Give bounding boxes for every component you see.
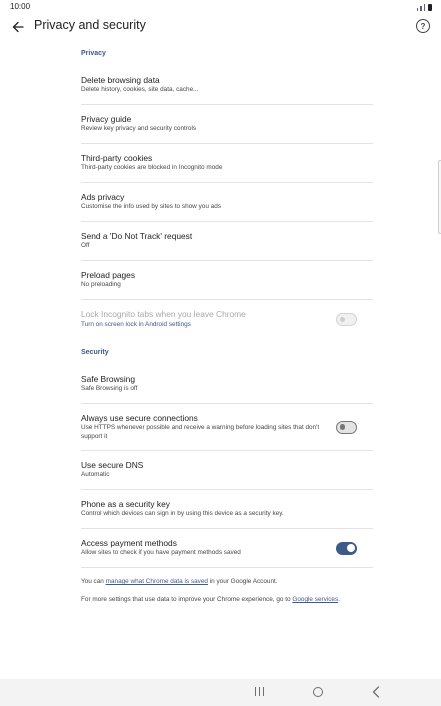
- setting-always-secure-connections[interactable]: Always use secure connections Use HTTPS …: [81, 404, 373, 451]
- toggle-knob: [346, 544, 355, 552]
- setting-title: Third-party cookies: [81, 152, 153, 163]
- setting-subtitle: Allow sites to check if you have payment…: [81, 549, 241, 557]
- secure-connections-toggle[interactable]: [336, 420, 357, 434]
- setting-preload-pages[interactable]: Preload pages No preloading: [81, 261, 373, 300]
- recent-apps-icon[interactable]: [255, 687, 264, 696]
- back-button[interactable]: [10, 19, 26, 35]
- section-header-security: Security: [81, 348, 109, 356]
- settings-list: Privacy Delete browsing data Delete hist…: [81, 40, 373, 605]
- note-text: For more settings that use data to impro…: [81, 596, 293, 604]
- signal-icon: [416, 8, 418, 11]
- setting-title: Always use secure connections: [81, 412, 198, 423]
- setting-third-party-cookies[interactable]: Third-party cookies Third-party cookies …: [81, 144, 373, 183]
- system-nav-bar: [0, 679, 441, 706]
- setting-title: Privacy guide: [81, 113, 132, 124]
- setting-subtitle: Customise the info used by sites to show…: [81, 203, 221, 211]
- setting-title: Phone as a security key: [81, 498, 170, 509]
- setting-subtitle: Delete history, cookies, site data, cach…: [81, 86, 199, 94]
- google-services-note: For more settings that use data to impro…: [81, 595, 373, 604]
- setting-subtitle: Safe Browsing is off: [81, 385, 138, 393]
- setting-ads-privacy[interactable]: Ads privacy Customise the info used by s…: [81, 183, 373, 222]
- setting-phone-security-key[interactable]: Phone as a security key Control which de…: [81, 490, 373, 529]
- app-bar: Privacy and security ?: [0, 14, 441, 40]
- setting-title: Safe Browsing: [81, 373, 135, 384]
- signal-bar: [423, 4, 425, 11]
- note-text: .: [338, 596, 340, 604]
- setting-subtitle: Review key privacy and security controls: [81, 125, 197, 133]
- battery-icon: [428, 4, 432, 11]
- setting-title: Lock Incognito tabs when you leave Chrom…: [81, 309, 246, 320]
- setting-access-payment-methods[interactable]: Access payment methods Allow sites to ch…: [81, 529, 373, 568]
- setting-title: Preload pages: [81, 269, 136, 280]
- setting-subtitle: Use HTTPS whenever possible and receive …: [81, 424, 320, 440]
- setting-title: Ads privacy: [81, 191, 125, 202]
- status-icons: [416, 3, 432, 11]
- status-time: 10:00: [10, 2, 31, 11]
- home-circle-icon[interactable]: [313, 687, 323, 697]
- account-data-note: You can manage what Chrome data is saved…: [81, 577, 373, 586]
- setting-privacy-guide[interactable]: Privacy guide Review key privacy and sec…: [81, 105, 373, 144]
- section-header-privacy: Privacy: [81, 49, 106, 57]
- toggle-knob: [339, 316, 345, 322]
- setting-subtitle: Third-party cookies are blocked in Incog…: [81, 164, 223, 172]
- help-button[interactable]: ?: [416, 19, 430, 33]
- setting-subtitle: Control which devices can sign in by usi…: [81, 510, 284, 518]
- payment-methods-toggle[interactable]: [336, 541, 357, 555]
- setting-safe-browsing[interactable]: Safe Browsing Safe Browsing is off: [81, 365, 373, 404]
- setting-lock-incognito-tabs: Lock Incognito tabs when you leave Chrom…: [81, 300, 373, 339]
- setting-title: Delete browsing data: [81, 74, 160, 85]
- setting-title: Send a 'Do Not Track' request: [81, 230, 193, 241]
- nav-back-chevron-icon[interactable]: [372, 686, 380, 698]
- note-text: You can: [81, 578, 106, 585]
- help-circle-icon: ?: [420, 21, 426, 31]
- page-title: Privacy and security: [34, 18, 146, 32]
- status-bar: 10:00: [0, 0, 441, 14]
- toggle-knob: [339, 424, 345, 430]
- manage-chrome-data-link[interactable]: manage what Chrome data is saved: [106, 578, 208, 585]
- setting-subtitle: Automatic: [81, 471, 110, 479]
- setting-title: Use secure DNS: [81, 459, 144, 470]
- setting-title: Access payment methods: [81, 537, 177, 548]
- screen-lock-settings-link[interactable]: Turn on screen lock in Android settings: [81, 321, 337, 330]
- setting-secure-dns[interactable]: Use secure DNS Automatic: [81, 451, 373, 490]
- google-services-link[interactable]: Google services: [292, 596, 338, 603]
- setting-subtitle: Off: [81, 242, 90, 250]
- setting-delete-browsing-data[interactable]: Delete browsing data Delete history, coo…: [81, 66, 373, 105]
- signal-bar: [420, 6, 422, 11]
- note-text: in your Google Account.: [207, 578, 278, 585]
- lock-incognito-toggle: [336, 313, 357, 326]
- setting-subtitle: No preloading: [81, 281, 121, 289]
- arrow-left-icon: [12, 21, 24, 33]
- setting-do-not-track[interactable]: Send a 'Do Not Track' request Off: [81, 222, 373, 261]
